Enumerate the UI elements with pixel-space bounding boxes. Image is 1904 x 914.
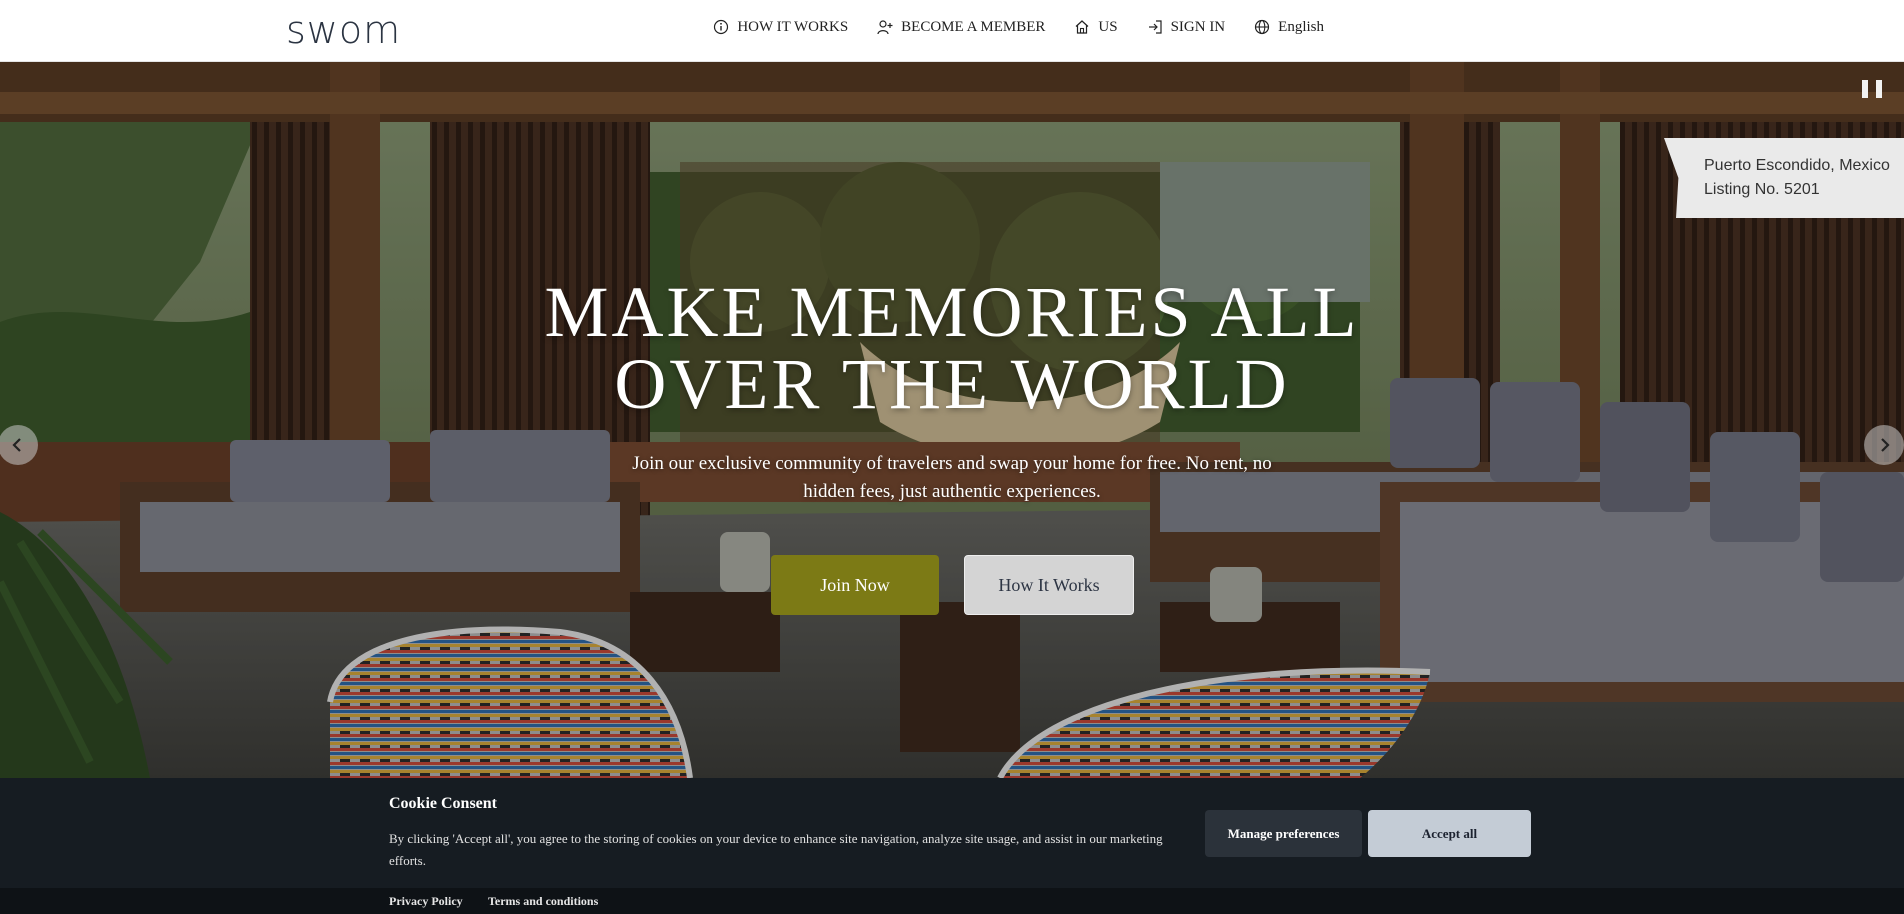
nav-how-it-works[interactable]: HOW IT WORKS (712, 18, 848, 36)
cookie-description: By clicking 'Accept all', you agree to t… (389, 831, 1163, 868)
chevron-right-icon (1881, 438, 1890, 452)
home-icon (1073, 18, 1091, 36)
nav-label: English (1278, 18, 1324, 35)
join-now-button[interactable]: Join Now (771, 555, 939, 615)
info-icon (712, 18, 730, 36)
listing-number: Listing No. 5201 (1704, 181, 1820, 198)
manage-preferences-button[interactable]: Manage preferences (1205, 810, 1362, 857)
nav-label: HOW IT WORKS (737, 18, 849, 35)
nav-sign-in[interactable]: SIGN IN (1146, 18, 1226, 36)
chevron-left-icon (12, 438, 21, 452)
hero-subtitle: Join our exclusive community of traveler… (632, 453, 1272, 502)
listing-tag[interactable]: Puerto Escondido, Mexico Listing No. 520… (1664, 138, 1904, 218)
sign-in-icon (1146, 18, 1164, 36)
site-header: swom HOW IT WORKS BECOME A MEMBER US SIG… (0, 0, 1904, 62)
hero-title-line2: OVER THE WORLD (614, 344, 1290, 424)
carousel-next-button[interactable] (1864, 425, 1904, 465)
nav-become-member[interactable]: BECOME A MEMBER (876, 18, 1045, 36)
nav-us[interactable]: US (1073, 18, 1118, 36)
logo-text: swom (286, 8, 402, 52)
listing-location: Puerto Escondido, Mexico (1704, 157, 1890, 174)
nav-label: SIGN IN (1170, 18, 1226, 35)
hero-title: MAKE MEMORIES ALL OVER THE WORLD (0, 276, 1904, 420)
terms-link[interactable]: Terms and conditions (488, 894, 598, 909)
main-nav: HOW IT WORKS BECOME A MEMBER US SIGN IN … (712, 18, 1324, 36)
cookie-title: Cookie Consent (389, 795, 498, 812)
how-it-works-button[interactable]: How It Works (964, 555, 1134, 615)
nav-label: BECOME A MEMBER (901, 18, 1046, 35)
hero-title-line1: MAKE MEMORIES ALL (544, 272, 1360, 352)
language-selector[interactable]: English (1253, 18, 1324, 36)
accept-all-button[interactable]: Accept all (1368, 810, 1531, 857)
cookie-links-bar: Privacy Policy Terms and conditions (0, 888, 1904, 914)
pause-icon[interactable] (1862, 80, 1882, 100)
privacy-policy-link[interactable]: Privacy Policy (389, 894, 463, 909)
hero-carousel: MAKE MEMORIES ALL OVER THE WORLD Join ou… (0, 62, 1904, 778)
nav-label: US (1098, 18, 1118, 35)
swom-logo[interactable]: swom (286, 8, 402, 52)
globe-icon (1253, 18, 1271, 36)
user-plus-icon (876, 18, 894, 36)
cookie-consent-banner: Cookie Consent By clicking 'Accept all',… (0, 778, 1904, 914)
